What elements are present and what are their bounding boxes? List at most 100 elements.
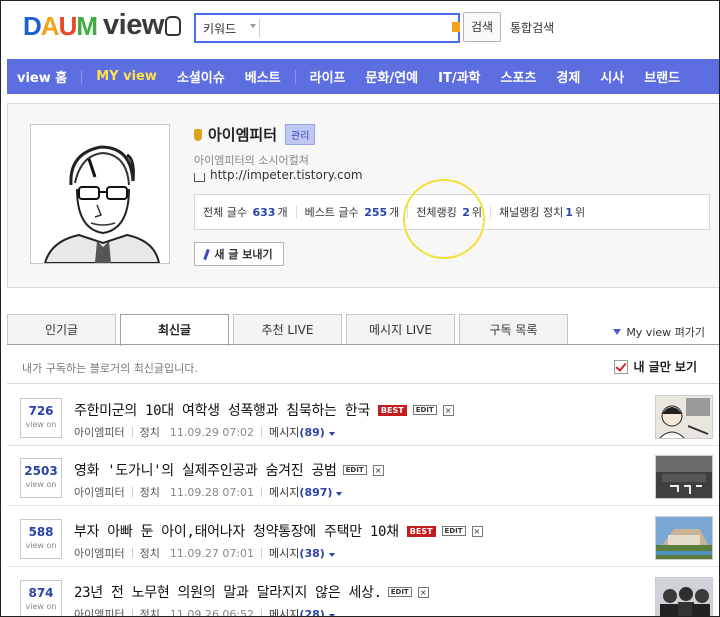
post-title-row: 23년 전 노무현 의원의 말과 달라지지 않은 세상. EDIT ×	[74, 582, 429, 602]
meta-divider	[131, 609, 133, 616]
view-on-vote-button[interactable]: 874 view on	[20, 580, 62, 616]
post-category: 정치	[139, 486, 160, 499]
admin-badge[interactable]: 관리	[285, 124, 316, 145]
post-author[interactable]: 아이엠피터	[74, 484, 125, 500]
post-category: 정치	[139, 426, 160, 439]
list-item: 588 view on 부자 아빠 둔 아이,태어나자 청약통장에 주택만 10…	[7, 506, 719, 567]
nav-item-culture[interactable]: 문화/연예	[356, 67, 429, 86]
send-new-post-button[interactable]: 새 글 보내기	[194, 242, 284, 266]
myview-edit-label: My view 펴가기	[626, 326, 705, 339]
edit-button[interactable]: EDIT	[441, 526, 466, 536]
send-new-post-label: 새 글 보내기	[214, 248, 273, 261]
search-type-select[interactable]: 키워드	[203, 20, 236, 37]
best-badge: BEST	[377, 404, 407, 416]
post-messages[interactable]: 메시지(897)	[269, 484, 343, 500]
post-meta: 아이엠피터 정치 11.09.26 06:52 메시지(28)	[74, 606, 335, 617]
post-thumbnail[interactable]	[655, 395, 713, 439]
mine-only-label: 내 글만 보기	[633, 360, 697, 374]
myview-edit-link[interactable]: My view 펴가기	[613, 324, 705, 340]
edit-button[interactable]: EDIT	[342, 465, 367, 475]
post-title-row: 부자 아빠 둔 아이,태어나자 청약통장에 주택만 10채 BEST EDIT …	[74, 521, 483, 541]
post-messages[interactable]: 메시지(89)	[269, 424, 335, 440]
search-button[interactable]: 검색	[463, 12, 501, 42]
post-thumbnail[interactable]	[655, 516, 713, 560]
meta-divider	[131, 427, 133, 437]
nav-item-brand[interactable]: 브랜드	[634, 67, 690, 86]
blog-url[interactable]: http://impeter.tistory.com	[194, 168, 363, 182]
tab-recommend-live[interactable]: 추천 LIVE	[233, 314, 342, 344]
nav-item-it-science[interactable]: IT/과학	[428, 67, 490, 86]
close-icon[interactable]: ×	[471, 525, 483, 537]
blogger-name[interactable]: 아이엠피터	[208, 124, 277, 145]
post-author[interactable]: 아이엠피터	[74, 545, 125, 561]
nav-item-my-view[interactable]: MY view	[86, 69, 167, 84]
search-tip-icon	[452, 22, 460, 32]
post-date: 11.09.28 07:01	[169, 485, 255, 499]
tab-popular[interactable]: 인기글	[7, 314, 116, 344]
integrated-search-link[interactable]: 통합검색	[510, 19, 554, 36]
view-on-vote-button[interactable]: 588 view on	[20, 519, 62, 559]
nav-divider	[81, 69, 83, 84]
post-title[interactable]: 영화 '도가니'의 실제주인공과 숨겨진 공범	[74, 460, 337, 480]
vote-count: 2503	[24, 464, 58, 478]
meta-divider	[131, 487, 133, 497]
nav-item-current-affairs[interactable]: 시사	[590, 67, 634, 86]
logo-letter: A	[40, 11, 60, 41]
post-thumbnail[interactable]	[655, 455, 713, 499]
vote-label: view on	[25, 541, 57, 550]
nav-item-sports[interactable]: 스포츠	[490, 67, 546, 86]
vote-count: 588	[28, 525, 54, 539]
vote-label: view on	[25, 420, 57, 429]
mine-only-toggle[interactable]: 내 글만 보기	[614, 358, 697, 375]
checkbox-icon[interactable]	[614, 359, 629, 374]
highlight-circle	[403, 179, 485, 259]
close-icon[interactable]: ×	[372, 464, 384, 476]
nav-item-economy[interactable]: 경제	[546, 67, 590, 86]
post-author[interactable]: 아이엠피터	[74, 424, 125, 440]
nav-item-social-issue[interactable]: 소셜이슈	[167, 67, 235, 86]
post-date: 11.09.27 07:01	[169, 546, 255, 560]
vote-count: 874	[28, 586, 54, 600]
vote-label: view on	[25, 602, 57, 611]
header: DAUM view 키워드 검색 통합검색	[1, 1, 719, 57]
edit-button[interactable]: EDIT	[387, 587, 412, 597]
search-input[interactable]	[262, 17, 446, 39]
post-date: 11.09.26 06:52	[169, 607, 255, 617]
main-nav: view 홈 MY view 소셜이슈 베스트 라이프 문화/연예 IT/과학 …	[7, 59, 719, 94]
chevron-down-icon[interactable]	[250, 24, 256, 28]
post-thumbnail[interactable]	[655, 577, 713, 616]
medal-icon	[194, 128, 202, 141]
tab-subscriptions[interactable]: 구독 목록	[459, 314, 568, 344]
tab-latest[interactable]: 최신글	[120, 314, 229, 346]
view-on-vote-button[interactable]: 726 view on	[20, 398, 62, 438]
nav-item-view-home[interactable]: view 홈	[7, 67, 77, 86]
close-icon[interactable]: ×	[417, 586, 429, 598]
meta-divider	[261, 427, 263, 437]
post-messages[interactable]: 메시지(38)	[269, 545, 335, 561]
daum-view-logo[interactable]: DAUM view	[23, 9, 181, 42]
blog-url-text[interactable]: http://impeter.tistory.com	[210, 168, 363, 182]
list-item: 726 view on 주한미군의 10대 여학생 성폭행과 침묵하는 한국 B…	[7, 385, 719, 446]
logo-letter: U	[58, 11, 78, 41]
avatar[interactable]	[30, 124, 170, 264]
post-messages[interactable]: 메시지(28)	[269, 606, 335, 616]
close-icon[interactable]: ×	[442, 404, 454, 416]
edit-button[interactable]: EDIT	[412, 405, 437, 415]
view-on-vote-button[interactable]: 2503 view on	[20, 458, 62, 498]
post-title[interactable]: 주한미군의 10대 여학생 성폭행과 침묵하는 한국	[74, 400, 370, 420]
page-frame: DAUM view 키워드 검색 통합검색 view 홈 MY view 소셜이…	[0, 0, 720, 617]
post-title-row: 영화 '도가니'의 실제주인공과 숨겨진 공범 EDIT ×	[74, 460, 384, 480]
post-author[interactable]: 아이엠피터	[74, 606, 125, 616]
caret-down-icon	[328, 432, 335, 436]
post-title[interactable]: 23년 전 노무현 의원의 말과 달라지지 않은 세상.	[74, 582, 382, 602]
post-title[interactable]: 부자 아빠 둔 아이,태어나자 청약통장에 주택만 10채	[74, 521, 399, 541]
best-badge: BEST	[406, 525, 436, 537]
pen-icon	[203, 248, 211, 260]
nav-item-best[interactable]: 베스트	[235, 67, 291, 86]
tab-message-live[interactable]: 메시지 LIVE	[346, 314, 455, 344]
blog-subtitle: 아이엠피터의 소시어컬쳐	[194, 154, 309, 167]
home-icon	[194, 172, 205, 182]
nav-item-life[interactable]: 라이프	[300, 67, 356, 86]
search-box: 키워드	[194, 13, 460, 43]
vote-label: view on	[25, 480, 57, 489]
